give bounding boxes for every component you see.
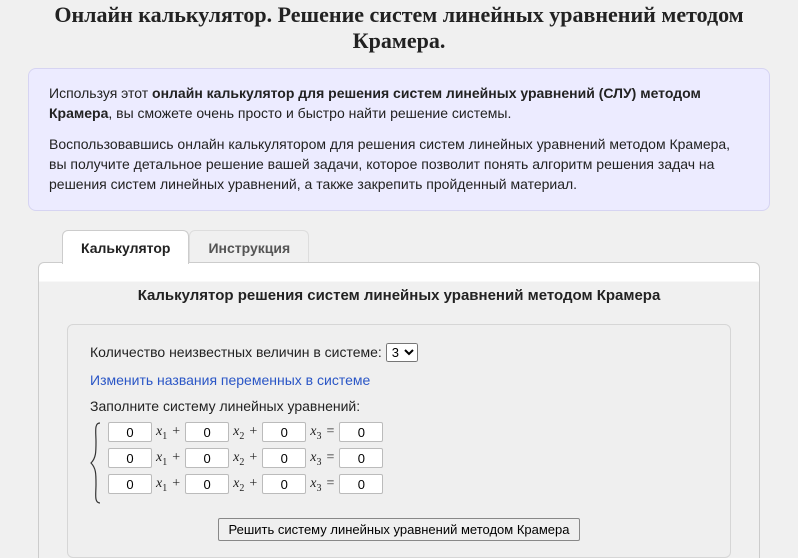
plus-sign: + <box>172 424 180 440</box>
coefficient-input[interactable] <box>108 474 152 494</box>
rhs-input[interactable] <box>339 448 383 468</box>
equation-row: x1 + x2 + x3 = <box>108 448 383 468</box>
solve-button[interactable]: Решить систему линейных уравнений методо… <box>218 518 581 541</box>
variable-label: x3 <box>310 450 321 468</box>
coefficient-input[interactable] <box>108 422 152 442</box>
coefficient-input[interactable] <box>108 448 152 468</box>
coefficient-input[interactable] <box>185 474 229 494</box>
equation-system: x1 + x2 + x3 = x1 + x2 + x3 = x1 + x2 + x3 = <box>90 422 708 504</box>
equals-sign: = <box>326 450 334 466</box>
variable-label: x2 <box>233 424 244 442</box>
calculator-heading: Калькулятор решения систем линейных урав… <box>67 287 731 304</box>
variable-label: x1 <box>156 450 167 468</box>
equals-sign: = <box>326 424 334 440</box>
unknowns-row: Количество неизвестных величин в системе… <box>90 343 708 362</box>
tab-calculator[interactable]: Калькулятор <box>62 230 189 264</box>
page-title: Онлайн калькулятор. Решение систем линей… <box>28 2 770 54</box>
intro-p1-pre: Используя этот <box>49 85 152 101</box>
coefficient-input[interactable] <box>262 448 306 468</box>
calculator-body: Количество неизвестных величин в системе… <box>67 324 731 558</box>
intro-paragraph-1: Используя этот онлайн калькулятор для ре… <box>49 83 749 124</box>
rhs-input[interactable] <box>339 474 383 494</box>
equation-row: x1 + x2 + x3 = <box>108 422 383 442</box>
variable-label: x1 <box>156 476 167 494</box>
plus-sign: + <box>172 450 180 466</box>
coefficient-input[interactable] <box>262 422 306 442</box>
change-variables-link[interactable]: Изменить названия переменных в системе <box>90 372 708 388</box>
coefficient-input[interactable] <box>185 448 229 468</box>
plus-sign: + <box>249 476 257 492</box>
variable-label: x2 <box>233 450 244 468</box>
plus-sign: + <box>172 476 180 492</box>
plus-sign: + <box>249 450 257 466</box>
intro-paragraph-2: Воспользовавшись онлайн калькулятором дл… <box>49 134 749 195</box>
intro-p1-post: , вы сможете очень просто и быстро найти… <box>108 105 511 121</box>
unknowns-label: Количество неизвестных величин в системе… <box>90 344 382 360</box>
rhs-input[interactable] <box>339 422 383 442</box>
fill-system-label: Заполните систему линейных уравнений: <box>90 398 708 414</box>
variable-label: x2 <box>233 476 244 494</box>
variable-label: x3 <box>310 424 321 442</box>
calculator-panel: Калькулятор решения систем линейных урав… <box>38 262 760 558</box>
coefficient-input[interactable] <box>262 474 306 494</box>
unknowns-select[interactable]: 3 <box>386 343 418 362</box>
equals-sign: = <box>326 476 334 492</box>
left-brace-icon <box>90 422 102 504</box>
variable-label: x1 <box>156 424 167 442</box>
tab-instruction[interactable]: Инструкция <box>189 230 309 264</box>
intro-box: Используя этот онлайн калькулятор для ре… <box>28 68 770 211</box>
plus-sign: + <box>249 424 257 440</box>
tabs: Калькулятор Инструкция <box>62 229 760 263</box>
coefficient-input[interactable] <box>185 422 229 442</box>
variable-label: x3 <box>310 476 321 494</box>
equation-row: x1 + x2 + x3 = <box>108 474 383 494</box>
